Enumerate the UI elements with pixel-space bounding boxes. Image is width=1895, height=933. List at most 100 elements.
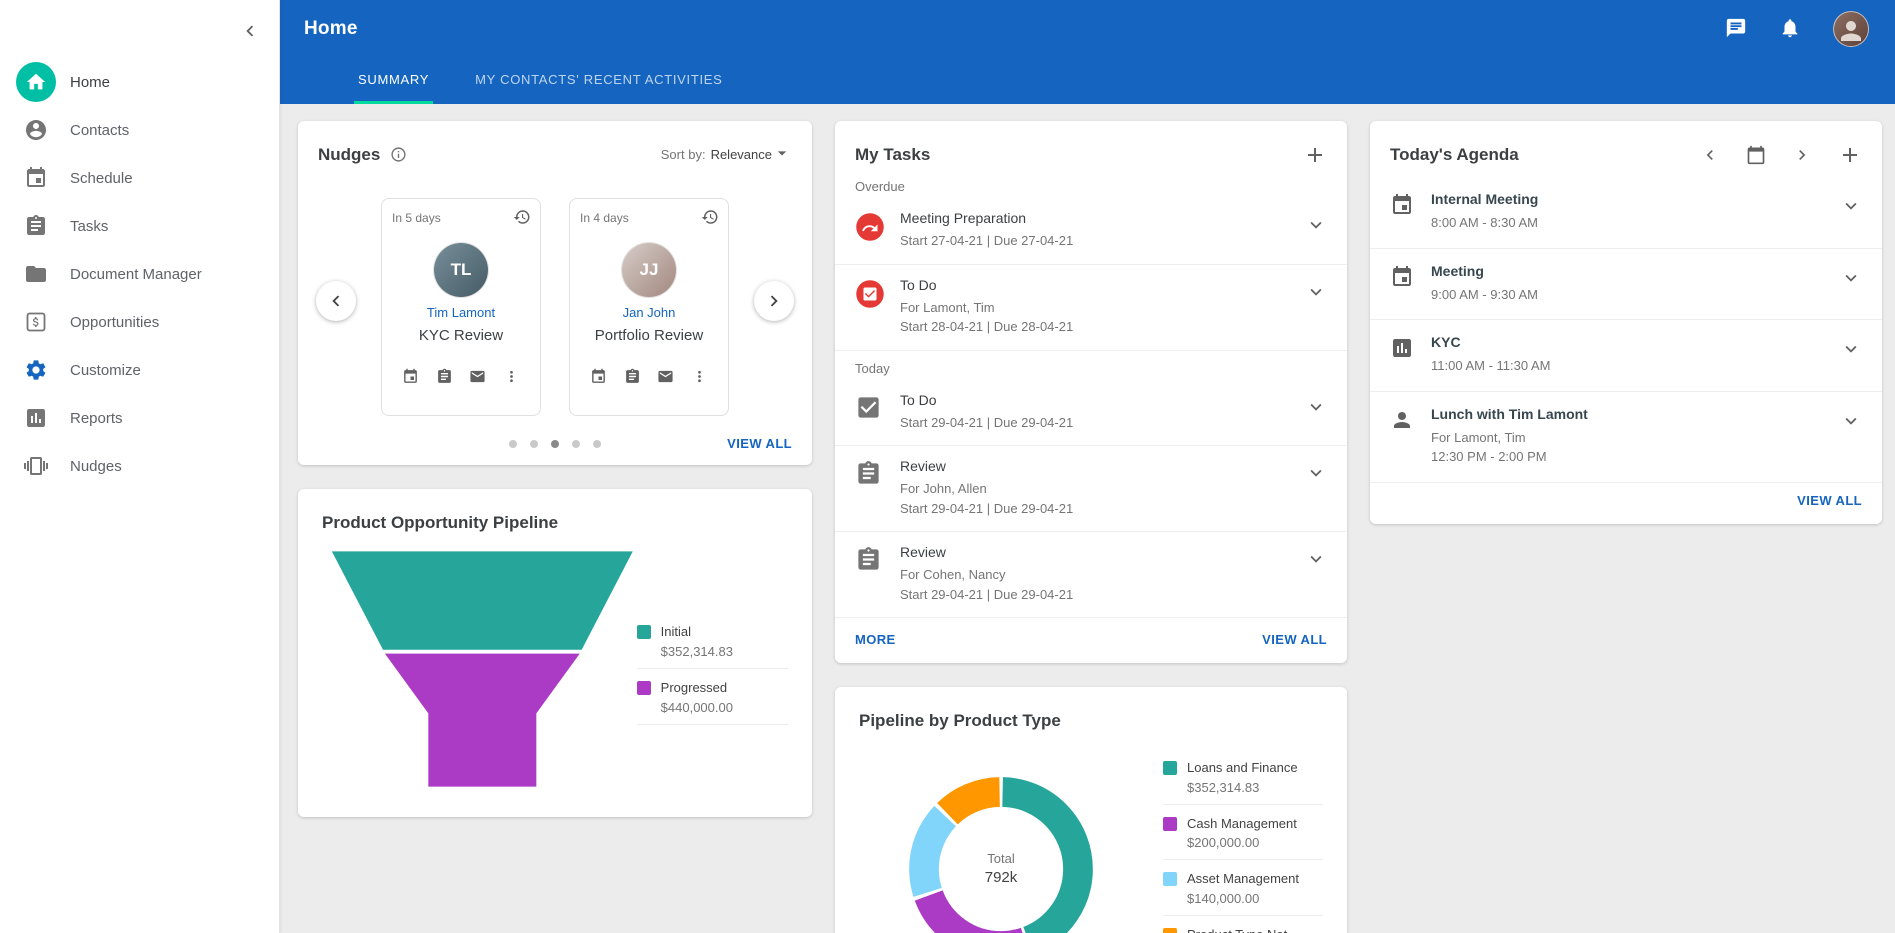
- expand-chevron-icon[interactable]: [1840, 410, 1862, 432]
- task-dates: Start 29-04-21 | Due 29-04-21: [900, 499, 1290, 519]
- expand-chevron-icon[interactable]: [1840, 195, 1862, 217]
- agenda-next-day-button[interactable]: [1792, 145, 1812, 165]
- opportunity-pipeline-card: Product Opportunity Pipeline Initial $35…: [298, 489, 812, 817]
- task-row[interactable]: Review For John, Allen Start 29-04-21 | …: [835, 446, 1347, 532]
- expand-chevron-icon[interactable]: [1305, 281, 1327, 303]
- task-title: Meeting Preparation: [900, 210, 1290, 226]
- info-icon[interactable]: [390, 146, 407, 163]
- pagination-dot[interactable]: [509, 440, 517, 448]
- expand-chevron-icon[interactable]: [1305, 214, 1327, 236]
- agenda-row[interactable]: Lunch with Tim Lamont For Lamont, Tim 12…: [1370, 392, 1882, 483]
- history-icon[interactable]: [513, 208, 531, 226]
- agenda-row[interactable]: Meeting 9:00 AM - 9:30 AM: [1370, 249, 1882, 321]
- expand-chevron-icon[interactable]: [1840, 267, 1862, 289]
- folder-icon: [14, 252, 58, 296]
- agenda-item-time: 9:00 AM - 9:30 AM: [1431, 285, 1823, 305]
- task-row[interactable]: To Do Start 29-04-21 | Due 29-04-21: [835, 380, 1347, 447]
- more-options-icon[interactable]: [503, 368, 520, 385]
- nudges-view-all-link[interactable]: VIEW ALL: [727, 436, 792, 451]
- sidebar-item-reports[interactable]: Reports: [0, 394, 279, 442]
- sidebar-item-opportunities[interactable]: Opportunities: [0, 298, 279, 346]
- agenda-item-title: Lunch with Tim Lamont: [1431, 406, 1823, 422]
- sidebar-item-label: Reports: [70, 410, 123, 427]
- sidebar-item-nudges[interactable]: Nudges: [0, 442, 279, 490]
- pagination-dot[interactable]: [593, 440, 601, 448]
- notifications-bell-icon[interactable]: [1779, 17, 1803, 41]
- legend-swatch: [637, 681, 651, 695]
- agenda-row[interactable]: Internal Meeting 8:00 AM - 8:30 AM: [1370, 177, 1882, 249]
- notes-action-icon[interactable]: [624, 368, 641, 385]
- schedule-action-icon[interactable]: [590, 368, 607, 385]
- sort-by-dropdown[interactable]: Sort by: Relevance: [661, 143, 792, 166]
- agenda-row[interactable]: KYC 11:00 AM - 11:30 AM: [1370, 320, 1882, 392]
- tasks-icon: [14, 204, 58, 248]
- agenda-view-all-link[interactable]: VIEW ALL: [1797, 493, 1862, 508]
- task-row[interactable]: Review For Cohen, Nancy Start 29-04-21 |…: [835, 532, 1347, 618]
- pagination-dot-active[interactable]: [551, 440, 559, 448]
- mail-action-icon[interactable]: [469, 368, 486, 385]
- carousel-next-button[interactable]: [754, 281, 794, 321]
- sidebar-item-home[interactable]: Home: [0, 58, 279, 106]
- tasks-view-all-link[interactable]: VIEW ALL: [1262, 632, 1327, 647]
- add-task-button[interactable]: [1303, 143, 1327, 167]
- contact-name-link[interactable]: Tim Lamont: [392, 305, 530, 320]
- sidebar-item-contacts[interactable]: Contacts: [0, 106, 279, 154]
- column-right: Today's Agenda Internal Meeting 8:00: [1370, 121, 1882, 524]
- mail-action-icon[interactable]: [657, 368, 674, 385]
- sidebar-item-label: Opportunities: [70, 314, 159, 331]
- app-root: Home Contacts Schedule Tasks Document Ma…: [0, 0, 1895, 933]
- history-icon[interactable]: [701, 208, 719, 226]
- sidebar-item-schedule[interactable]: Schedule: [0, 154, 279, 202]
- legend-item: Product Type Not Specified $100,000.00: [1163, 916, 1323, 933]
- funnel-chart: [328, 549, 637, 789]
- chat-icon[interactable]: [1725, 17, 1749, 41]
- contact-name-link[interactable]: Jan John: [580, 305, 718, 320]
- nudge-card: In 4 days JJ Jan John Portfolio Review: [569, 198, 729, 416]
- opportunities-dollar-icon: [14, 300, 58, 344]
- expand-chevron-icon[interactable]: [1840, 338, 1862, 360]
- legend-swatch: [1163, 817, 1177, 831]
- expand-chevron-icon[interactable]: [1305, 548, 1327, 570]
- top-bar: Home: [280, 0, 1895, 58]
- task-row[interactable]: To Do For Lamont, Tim Start 28-04-21 | D…: [835, 265, 1347, 351]
- home-icon: [16, 62, 56, 102]
- overdue-meeting-icon: [855, 212, 885, 242]
- sidebar-item-document-manager[interactable]: Document Manager: [0, 250, 279, 298]
- legend-label: Progressed: [661, 679, 733, 697]
- pagination-dot[interactable]: [530, 440, 538, 448]
- sidebar-nav: Home Contacts Schedule Tasks Document Ma…: [0, 0, 279, 490]
- sidebar-item-label: Tasks: [70, 218, 108, 235]
- agenda-add-button[interactable]: [1838, 143, 1862, 167]
- todo-checkbox-icon: [855, 394, 885, 424]
- expand-chevron-icon[interactable]: [1305, 396, 1327, 418]
- task-row[interactable]: Meeting Preparation Start 27-04-21 | Due…: [835, 198, 1347, 265]
- agenda-item-time: 12:30 PM - 2:00 PM: [1431, 447, 1823, 467]
- more-options-icon[interactable]: [691, 368, 708, 385]
- agenda-calendar-icon[interactable]: [1746, 145, 1766, 165]
- agenda-prev-day-button[interactable]: [1700, 145, 1720, 165]
- sidebar-item-customize[interactable]: Customize: [0, 346, 279, 394]
- sidebar-item-label: Customize: [70, 362, 141, 379]
- sort-by-label: Sort by:: [661, 147, 706, 162]
- tab-summary[interactable]: SUMMARY: [354, 58, 433, 104]
- user-avatar[interactable]: [1833, 11, 1869, 47]
- sidebar-collapse-button[interactable]: [233, 14, 267, 48]
- agenda-item-time: 8:00 AM - 8:30 AM: [1431, 213, 1823, 233]
- nudge-card: In 5 days TL Tim Lamont KYC Review: [381, 198, 541, 416]
- legend-swatch: [1163, 761, 1177, 775]
- dropdown-caret-icon: [772, 143, 792, 166]
- pagination-dot[interactable]: [572, 440, 580, 448]
- sort-by-value: Relevance: [711, 147, 772, 162]
- nudges-icon: [14, 444, 58, 488]
- expand-chevron-icon[interactable]: [1305, 462, 1327, 484]
- event-calendar-icon: [1390, 193, 1414, 217]
- notes-action-icon[interactable]: [436, 368, 453, 385]
- carousel-prev-button[interactable]: [316, 281, 356, 321]
- tab-recent-activities[interactable]: MY CONTACTS' RECENT ACTIVITIES: [471, 58, 726, 104]
- legend-value: $352,314.83: [661, 644, 733, 659]
- schedule-action-icon[interactable]: [402, 368, 419, 385]
- funnel-legend: Initial $352,314.83 Progressed $440,000.…: [637, 613, 788, 724]
- tasks-more-link[interactable]: MORE: [855, 632, 896, 647]
- contact-avatar: TL: [434, 243, 488, 297]
- sidebar-item-tasks[interactable]: Tasks: [0, 202, 279, 250]
